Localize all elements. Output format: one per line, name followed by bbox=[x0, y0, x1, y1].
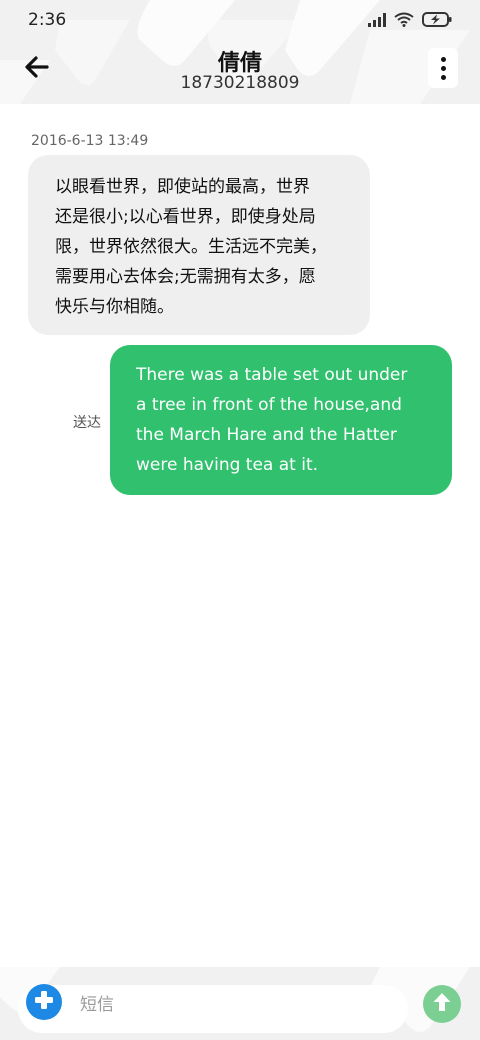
plus-circle-icon bbox=[33, 989, 55, 1015]
message-line: were having tea at it. bbox=[136, 455, 319, 475]
app-header: 2:36 倩倩 18730218809 bbox=[0, 0, 480, 104]
signal-icon bbox=[368, 12, 386, 31]
message-line: a tree in front of the house,and bbox=[136, 395, 402, 415]
contact-number: 18730218809 bbox=[180, 73, 300, 93]
outgoing-message-bubble[interactable]: There was a table set out under a tree i… bbox=[110, 345, 452, 495]
status-icons bbox=[368, 11, 452, 31]
add-attachment-button[interactable] bbox=[26, 984, 62, 1020]
message-line: 还是很小;以心看世界，即使身处局 bbox=[55, 207, 316, 227]
battery-charging-icon bbox=[422, 11, 452, 31]
message-line: 快乐与你相随。 bbox=[55, 297, 174, 317]
more-vertical-icon bbox=[440, 56, 446, 62]
message-timestamp: 2016-6-13 13:49 bbox=[31, 133, 149, 149]
wifi-icon bbox=[394, 12, 414, 31]
arrow-up-circle-icon bbox=[430, 990, 454, 1018]
message-line: 以眼看世界，即使站的最高，世界 bbox=[55, 177, 310, 197]
status-time: 2:36 bbox=[28, 10, 67, 30]
message-line: There was a table set out under bbox=[136, 365, 408, 385]
message-line: 需要用心去体会;无需拥有太多，愿 bbox=[55, 267, 316, 287]
message-input[interactable] bbox=[78, 990, 382, 1020]
message-line: the March Hare and the Hatter bbox=[136, 425, 397, 445]
more-options-button[interactable] bbox=[428, 48, 458, 88]
send-button[interactable] bbox=[423, 985, 461, 1023]
delivery-status: 送达 bbox=[73, 415, 101, 431]
incoming-message-bubble[interactable]: 以眼看世界，即使站的最高，世界 还是很小;以心看世界，即使身处局 限，世界依然很… bbox=[28, 155, 370, 335]
message-line: 限，世界依然很大。生活远不完美， bbox=[55, 237, 327, 257]
status-bar: 2:36 bbox=[0, 0, 480, 40]
